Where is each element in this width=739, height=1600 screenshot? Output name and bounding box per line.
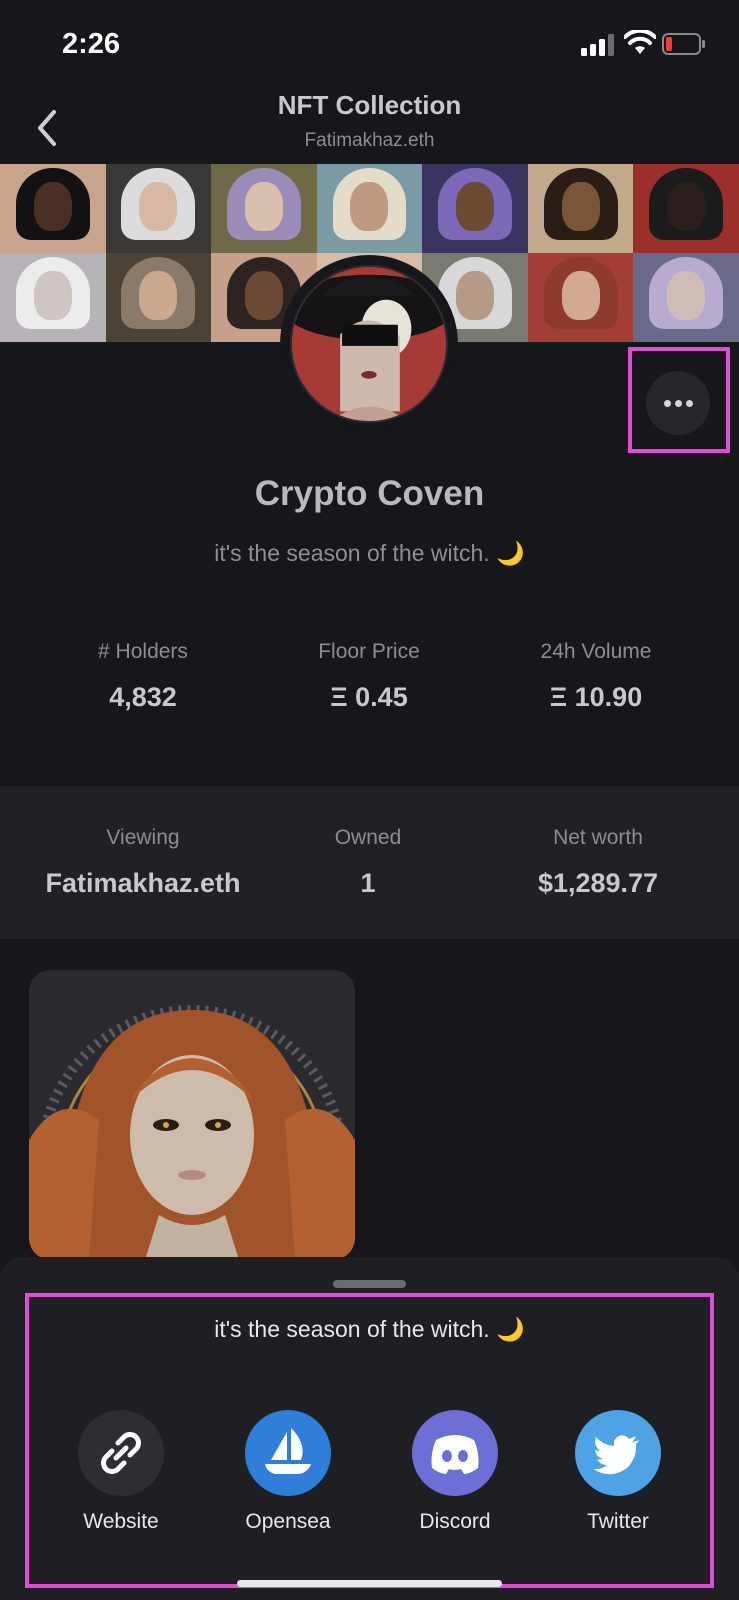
stat-24h-volume: 24h Volume Ξ 10.90 [473,640,719,713]
opensea-icon [265,1428,311,1474]
twitter-link-button[interactable]: Twitter [553,1410,683,1534]
net-worth-label: Net worth [553,826,643,849]
stat-label: Floor Price [318,640,420,663]
collection-description: it's the season of the witch. 🌙 [214,540,525,566]
link-icon [101,1432,141,1474]
nft-artwork-image [29,970,355,1260]
viewing-wallet: Viewing Fatimakhaz.eth [28,826,258,899]
net-worth-value: $1,289.77 [537,868,659,898]
stat-value: 4,832 [109,682,177,712]
owned-label: Owned [334,826,402,849]
viewing-label: Viewing [106,826,180,849]
highlight-box-more [628,347,730,453]
page-subtitle: Fatimakhaz.eth [304,130,435,151]
viewing-owned: Owned 1 [268,826,468,899]
battery-icon [662,33,705,55]
stat-value: Ξ 10.90 [549,682,643,712]
sheet-description: it's the season of the witch. 🌙 [214,1316,525,1342]
discord-label: Discord [419,1510,491,1533]
twitter-icon-circle [575,1410,661,1496]
discord-icon [431,1435,479,1474]
discord-link-button[interactable]: Discord [390,1410,520,1534]
witch-portrait-image [292,267,446,421]
opensea-link-button[interactable]: Opensea [223,1410,353,1534]
wifi-icon [624,30,656,54]
stat-label: 24h Volume [540,640,652,663]
website-link-button[interactable]: Website [56,1410,186,1534]
stat-value: Ξ 0.45 [330,682,408,712]
home-indicator[interactable] [237,1580,502,1587]
links-bottom-sheet: it's the season of the witch. 🌙 Website … [0,1257,739,1600]
stat-label: # Holders [98,640,188,663]
page-title: NFT Collection [277,90,462,120]
website-label: Website [83,1510,159,1533]
owned-value: 1 [360,868,376,898]
twitter-label: Twitter [587,1510,649,1533]
sheet-grabber[interactable] [333,1280,406,1288]
stat-floor-price: Floor Price Ξ 0.45 [246,640,492,713]
viewing-value: Fatimakhaz.eth [45,868,241,898]
status-bar: 2:26 [0,0,739,90]
status-time: 2:26 [62,28,121,60]
cellular-signal-icon [581,34,614,56]
stat-holders: # Holders 4,832 [20,640,266,713]
viewing-panel: Viewing Fatimakhaz.eth Owned 1 Net worth… [0,786,739,939]
opensea-label: Opensea [245,1510,331,1533]
opensea-icon-circle [245,1410,331,1496]
nft-card[interactable] [29,970,355,1260]
discord-icon-circle [412,1410,498,1496]
collection-name: Crypto Coven [254,474,485,513]
nav-bar: NFT Collection Fatimakhaz.eth [0,88,739,160]
twitter-icon [593,1435,639,1475]
collection-avatar [280,255,458,433]
viewing-net-worth: Net worth $1,289.77 [488,826,708,899]
website-icon-circle [78,1410,164,1496]
